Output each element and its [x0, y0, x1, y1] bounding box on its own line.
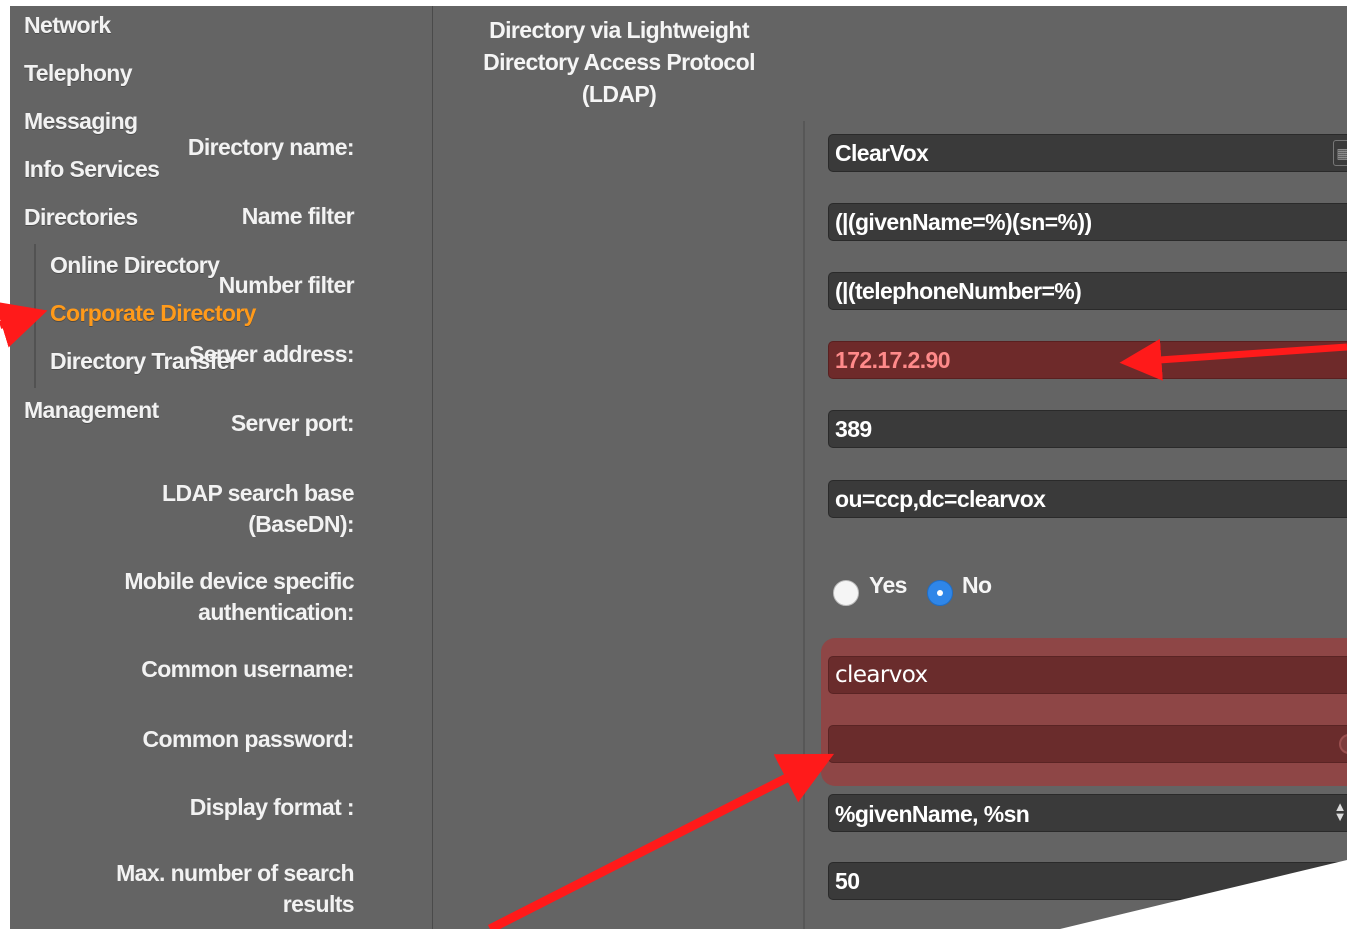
server-address-label: Server address: — [189, 341, 354, 367]
directory-name-label: Directory name: — [187, 134, 355, 160]
number-filter-field[interactable] — [828, 272, 1347, 310]
contact-card-icon[interactable]: ▦ — [1333, 140, 1347, 166]
name-filter-field[interactable] — [828, 203, 1347, 241]
sidebar-item-telephony[interactable]: Telephony — [24, 60, 133, 87]
max-results-label: Max. number of search results — [116, 860, 355, 917]
display-format-label: Display format : — [189, 794, 355, 820]
ldap-form: Directory via Lightweight Directory Acce… — [116, 6, 1347, 929]
server-address-field[interactable] — [828, 341, 1347, 379]
common-password-label: Common password: — [142, 726, 355, 752]
settings-frame: Network Telephony Messaging Info Service… — [10, 6, 1347, 929]
server-port-field[interactable] — [828, 410, 1347, 448]
search-base-label: LDAP search base (BaseDN): — [162, 480, 355, 537]
mobile-auth-label: Mobile device specific authentication: — [124, 568, 354, 625]
sidebar-item-corporate-directory[interactable]: Corporate Directory — [50, 300, 256, 327]
subnav-divider — [34, 244, 36, 388]
search-base-field[interactable] — [828, 480, 1347, 518]
mobile-auth-no-radio[interactable] — [927, 580, 953, 606]
mobile-auth-yes-label[interactable]: Yes — [869, 570, 907, 601]
directory-name-field[interactable] — [828, 134, 1347, 172]
sidebar-item-messaging[interactable]: Messaging — [24, 108, 138, 135]
common-password-field[interactable] — [828, 725, 1347, 763]
sidebar-item-network[interactable]: Network — [24, 12, 111, 39]
common-username-field[interactable] — [828, 656, 1347, 694]
max-results-field[interactable] — [828, 862, 1347, 900]
section-title: Directory via Lightweight Directory Acce… — [483, 17, 755, 107]
server-port-label: Server port: — [230, 410, 355, 436]
name-filter-label: Name filter — [241, 203, 355, 229]
mobile-auth-no-label[interactable]: No — [962, 570, 992, 601]
form-divider — [803, 121, 805, 929]
select-arrows-icon[interactable]: ▲ ▼ — [1333, 800, 1347, 823]
number-filter-label: Number filter — [218, 272, 355, 298]
display-format-select[interactable]: %givenName, %sn — [828, 794, 1347, 832]
mobile-auth-yes-radio[interactable] — [833, 580, 859, 606]
common-username-label: Common username: — [141, 656, 354, 682]
